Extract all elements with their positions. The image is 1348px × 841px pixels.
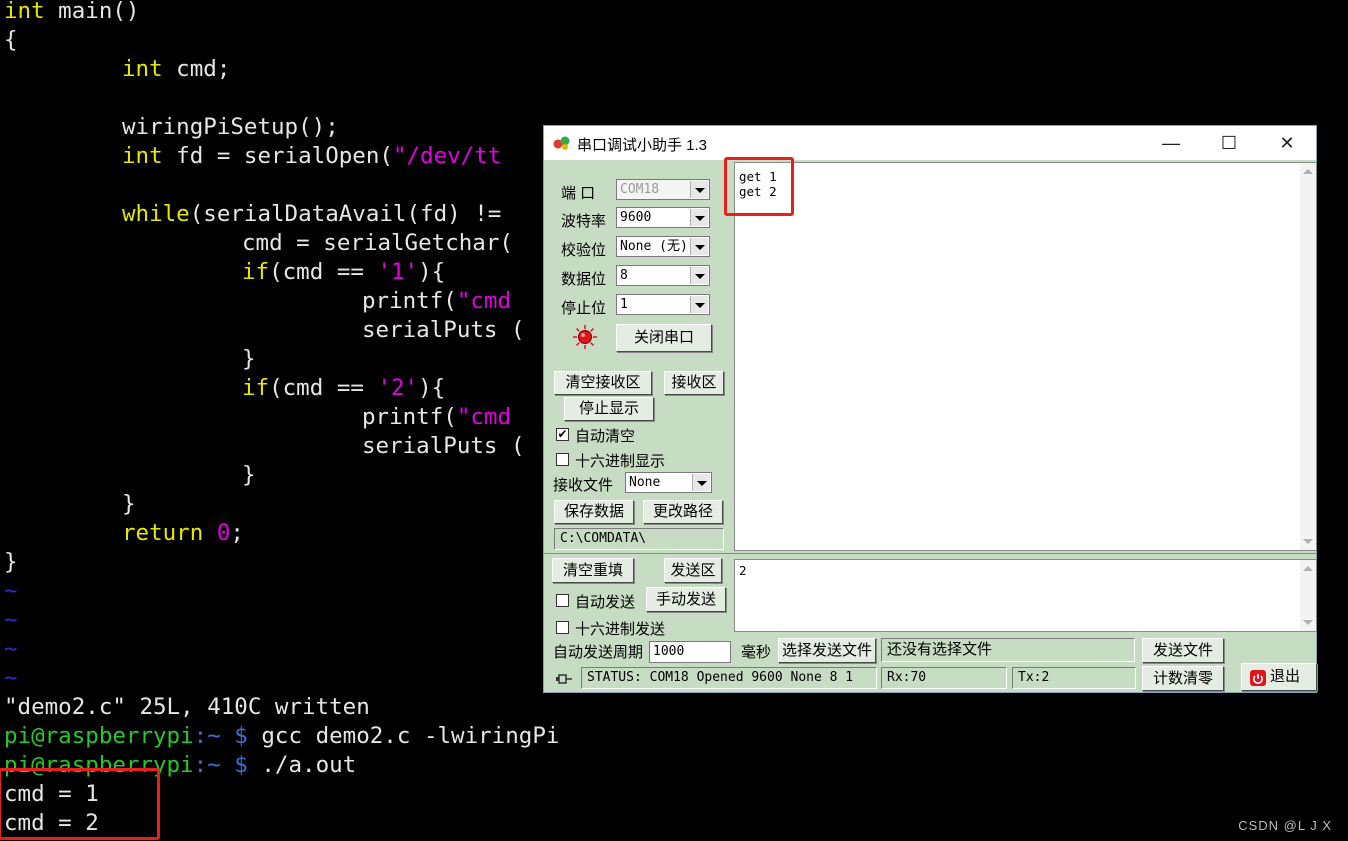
hex-send-label: 十六进制发送 <box>575 621 666 638</box>
code-line: serialPuts ( <box>362 317 525 343</box>
port-select[interactable]: COM18 <box>616 179 710 200</box>
send-content: 2 <box>739 563 747 578</box>
vim-tilde: ~ <box>4 636 18 662</box>
auto-period-label: 自动发送周期 <box>553 644 644 661</box>
stopbits-label: 停止位 <box>561 300 607 317</box>
exit-button[interactable]: 退出 <box>1241 663 1317 691</box>
scroll-up-icon[interactable] <box>1303 169 1313 174</box>
window-title: 串口调试小助手 1.3 <box>577 137 708 154</box>
maximize-icon[interactable]: ☐ <box>1200 126 1258 160</box>
parity-label: 校验位 <box>561 242 607 259</box>
code-line: } <box>242 462 256 488</box>
port-label: 端 口 <box>561 185 596 202</box>
receive-textarea[interactable]: get 1 get 2 <box>734 162 1317 551</box>
code-line: } <box>122 491 136 517</box>
code-line: if(cmd == '1'){ <box>242 259 446 285</box>
pin-icon <box>555 672 573 690</box>
port-status-led-icon <box>572 324 598 354</box>
chevron-down-icon <box>690 267 708 284</box>
chevron-down-icon <box>690 209 708 226</box>
selected-file-display: 还没有选择文件 <box>881 638 1135 662</box>
vim-tilde: ~ <box>4 578 18 604</box>
auto-clear-label: 自动清空 <box>575 428 636 445</box>
code-line: wiringPiSetup(); <box>122 114 339 140</box>
highlight-box <box>0 768 160 840</box>
hex-send-checkbox[interactable] <box>556 621 569 634</box>
code-line: cmd = serialGetchar( <box>242 230 513 256</box>
choose-send-file-button[interactable]: 选择发送文件 <box>778 638 876 663</box>
power-icon <box>1250 670 1266 686</box>
scroll-up-icon[interactable] <box>1303 566 1313 571</box>
hex-display-label: 十六进制显示 <box>575 453 666 470</box>
databits-select[interactable]: 8 <box>616 265 710 286</box>
exit-label: 退出 <box>1270 668 1301 685</box>
auto-send-label: 自动发送 <box>575 594 636 611</box>
manual-send-button[interactable]: 手动发送 <box>646 587 726 612</box>
receive-scrollbar[interactable] <box>1300 163 1316 550</box>
send-area-label: 发送区 <box>664 558 722 583</box>
rx-count: Rx:70 <box>881 667 1007 689</box>
code-line: while(serialDataAvail(fd) != <box>122 201 502 227</box>
vim-tilde: ~ <box>4 665 18 691</box>
scroll-down-icon[interactable] <box>1303 539 1313 544</box>
code-line: if(cmd == '2'){ <box>242 375 446 401</box>
chevron-down-icon <box>690 296 708 313</box>
code-line: printf("cmd <box>362 288 512 314</box>
code-line: serialPuts ( <box>362 433 525 459</box>
scroll-down-icon[interactable] <box>1303 620 1313 625</box>
tx-count: Tx:2 <box>1012 667 1136 689</box>
code-line: { <box>4 27 18 53</box>
code-line: return 0; <box>122 520 244 546</box>
auto-clear-checkbox[interactable]: ✔ <box>556 428 569 441</box>
close-port-button[interactable]: 关闭串口 <box>616 324 712 352</box>
title-bar[interactable]: 串口调试小助手 1.3 — ☐ ✕ <box>544 126 1316 160</box>
baud-label: 波特率 <box>561 213 607 230</box>
code-line: } <box>242 346 256 372</box>
divider <box>544 553 1316 554</box>
vim-tilde: ~ <box>4 607 18 633</box>
highlight-box <box>724 157 794 216</box>
period-input[interactable]: 1000 <box>649 641 731 663</box>
close-icon[interactable]: ✕ <box>1258 126 1316 160</box>
databits-label: 数据位 <box>561 271 607 288</box>
stopbits-select[interactable]: 1 <box>616 294 710 315</box>
receive-area-label: 接收区 <box>664 371 724 395</box>
status-bar-text: STATUS: COM18 Opened 9600 None 8 1 <box>581 667 877 689</box>
reset-count-button[interactable]: 计数清零 <box>1142 666 1224 691</box>
app-icon <box>553 135 571 151</box>
change-path-button[interactable]: 更改路径 <box>643 500 723 524</box>
send-file-button[interactable]: 发送文件 <box>1142 638 1224 663</box>
minimize-icon[interactable]: — <box>1142 126 1200 160</box>
receive-file-label: 接收文件 <box>553 477 614 494</box>
shell-line: pi@raspberrypi:~ $ gcc demo2.c -lwiringP… <box>4 723 560 749</box>
receive-file-select[interactable]: None <box>625 472 712 493</box>
clear-refill-button[interactable]: 清空重填 <box>552 558 634 583</box>
code-line: } <box>4 549 18 575</box>
auto-send-checkbox[interactable] <box>556 594 569 607</box>
chevron-down-icon <box>690 181 708 198</box>
code-line: int cmd; <box>122 56 231 82</box>
clear-receive-button[interactable]: 清空接收区 <box>554 371 652 395</box>
send-textarea[interactable]: 2 <box>734 559 1317 632</box>
stop-display-button[interactable]: 停止显示 <box>564 397 654 421</box>
code-line: printf("cmd <box>362 404 512 430</box>
save-path-field: C:\COMDATA\ <box>554 528 724 550</box>
save-data-button[interactable]: 保存数据 <box>554 500 634 524</box>
code-line: int fd = serialOpen("/dev/tt <box>122 143 502 169</box>
chevron-down-icon <box>692 474 710 491</box>
chevron-down-icon <box>690 238 708 255</box>
code-line: int main() <box>4 0 140 24</box>
baud-select[interactable]: 9600 <box>616 207 710 228</box>
send-scrollbar[interactable] <box>1300 560 1316 631</box>
hex-display-checkbox[interactable] <box>556 453 569 466</box>
watermark: CSDN @L J X <box>1238 818 1332 833</box>
serial-assistant-window: 串口调试小助手 1.3 — ☐ ✕ 端 口 COM18 波特率 9600 校验位… <box>543 125 1317 693</box>
written-message: "demo2.c" 25L, 410C written <box>4 694 370 720</box>
parity-select[interactable]: None (无) <box>616 236 710 257</box>
ms-label: 毫秒 <box>741 644 772 661</box>
